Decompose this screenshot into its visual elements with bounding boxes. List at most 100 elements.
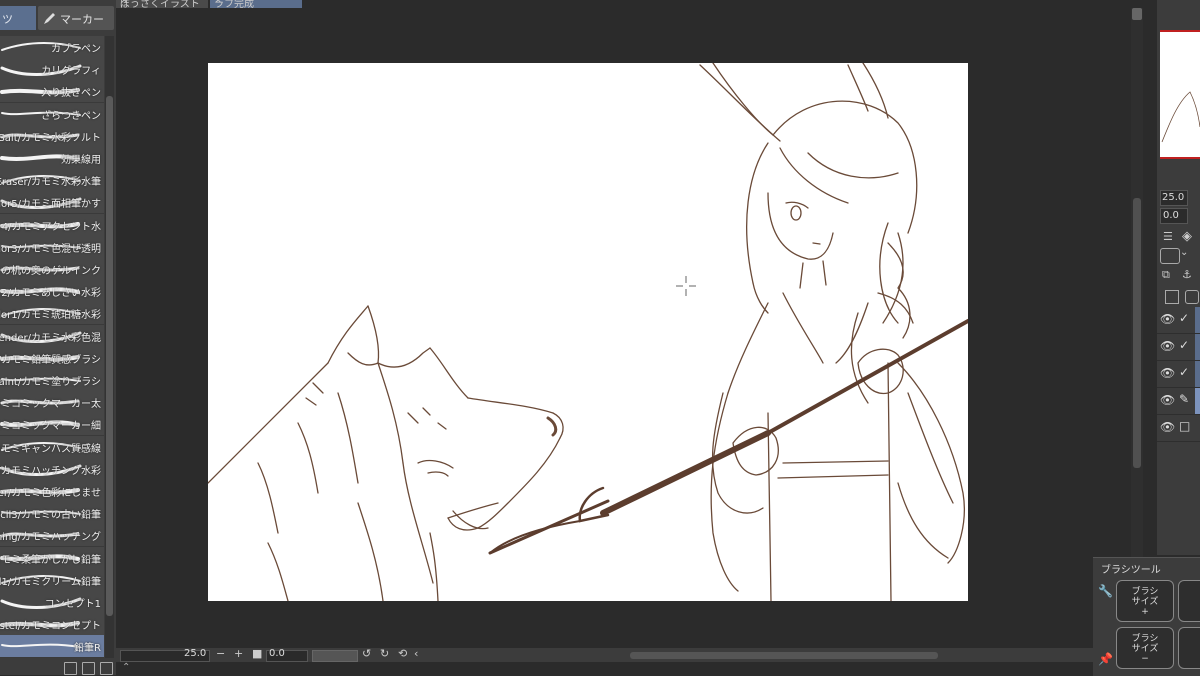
- eye-icon[interactable]: 👁: [1160, 339, 1175, 353]
- tab-marker-label: マーカー: [60, 13, 104, 26]
- brush-item-label: 入り抜きペン: [41, 88, 101, 100]
- layer-button-bottom[interactable]: レ ブ: [1178, 627, 1200, 669]
- brush-item[interactable]: /カモミ鉛筆質感ブラシ: [0, 346, 104, 370]
- brush-item-label: der/カモミ色彩にじませ: [0, 488, 101, 499]
- brush-item[interactable]: /カモミコミックマーカー細: [0, 413, 104, 437]
- brush-item-label: Pastel/カモミコンセプト: [0, 621, 101, 633]
- eye-icon[interactable]: 👁: [1160, 312, 1175, 326]
- brush-item[interactable]: コンセプト1: [0, 591, 104, 614]
- eye-icon[interactable]: 👁: [1160, 420, 1175, 434]
- brush-item-label: /カモミコミックマーカー細: [0, 421, 101, 433]
- brush-item[interactable]: tching/カモミハッチング: [0, 524, 104, 548]
- brush-item[interactable]: Eraser/カモミ水彩水筆: [0, 169, 104, 193]
- drawing-canvas[interactable]: [208, 63, 968, 601]
- brush-size-up-button[interactable]: ブラシ サイズ +: [1116, 580, 1174, 622]
- zoom-in-button[interactable]: +: [234, 647, 243, 660]
- eye-icon[interactable]: 👁: [1160, 393, 1175, 407]
- brush-item[interactable]: ミの机の奥のゲルインク: [0, 258, 104, 281]
- brush-item[interactable]: der/カモミ色彩にじませ: [0, 480, 104, 503]
- tab-marker[interactable]: マーカー: [38, 6, 114, 30]
- brush-item[interactable]: /カモミ柔筆がしがし鉛筆: [0, 546, 104, 570]
- brush-item[interactable]: ざらつきペン: [0, 102, 104, 126]
- brush-item-label: olor1/カモミ琥珀糖水彩: [0, 310, 101, 322]
- mask-icon[interactable]: [1185, 290, 1199, 304]
- brush-item[interactable]: rSalt/カモミ水彩ソルト: [0, 124, 104, 148]
- button-line: +: [1141, 607, 1149, 617]
- brush-item[interactable]: /カモミコミックマーカー太: [0, 391, 104, 415]
- blend-mode-select[interactable]: [1160, 248, 1180, 264]
- brush-item[interactable]: 効果線用: [0, 147, 104, 170]
- clip-icon[interactable]: ⧉: [1162, 268, 1170, 282]
- brush-item[interactable]: olor2/カモミあじさい水彩: [0, 280, 104, 304]
- tab-pen-label: ツ: [2, 13, 13, 26]
- close-icon[interactable]: ×: [120, 0, 204, 6]
- trash-icon[interactable]: [100, 662, 113, 675]
- scroll-thumb[interactable]: [1133, 198, 1141, 468]
- layer-row-active[interactable]: 👁 ✎: [1157, 388, 1200, 415]
- wrench-icon[interactable]: 🔧: [1098, 584, 1113, 598]
- reset-rotation-icon[interactable]: ⟲: [398, 647, 407, 660]
- brush-item-label: olor3/カモミ色混ぜ透明: [0, 243, 101, 255]
- empty-checkbox-icon[interactable]: □: [1179, 419, 1190, 433]
- duplicate-icon[interactable]: [82, 662, 95, 675]
- document-tab-2[interactable]: ラフ完成 ×: [210, 0, 302, 8]
- lock-transparency-icon[interactable]: [1165, 290, 1179, 304]
- rotation-slider[interactable]: [312, 650, 358, 662]
- chevron-up-icon[interactable]: ⌃: [122, 662, 130, 673]
- pin-icon[interactable]: 📌: [1098, 652, 1113, 666]
- brush-item[interactable]: Pastel/カモミコンセプト: [0, 613, 104, 637]
- close-icon[interactable]: ×: [214, 0, 298, 6]
- eye-icon[interactable]: 👁: [1160, 366, 1175, 380]
- zoom-out-button[interactable]: −: [216, 647, 225, 660]
- reference-icon[interactable]: ⚓: [1182, 268, 1192, 281]
- pen-edit-icon[interactable]: ✎: [1179, 392, 1189, 406]
- brush-item[interactable]: カモミキャンバス質感線: [0, 435, 104, 459]
- brush-item[interactable]: olor5/カモミ面相筆かす: [0, 191, 104, 215]
- brush-item-label: olor2/カモミあじさい水彩: [0, 288, 101, 300]
- brush-item[interactable]: g2/カモミハッチング水彩: [0, 457, 104, 481]
- check-icon[interactable]: ✓: [1179, 338, 1189, 352]
- navigator-thumbnail: [1161, 91, 1200, 143]
- scroll-up-button[interactable]: [1132, 8, 1142, 20]
- brush-item[interactable]: ender/カモミ水彩色混: [0, 324, 104, 348]
- chevron-down-icon[interactable]: ⌄: [1180, 247, 1188, 258]
- brush-item-label: ncil3/カモミの古い鉛筆: [0, 510, 101, 522]
- check-icon[interactable]: ✓: [1179, 365, 1189, 379]
- brush-size-down-button[interactable]: ブラシ サイズ −: [1116, 627, 1174, 669]
- document-tab-1[interactable]: ぼうさくイラストラ ×: [116, 0, 208, 8]
- brush-item-label: olor4/カモミアクセント水: [0, 221, 101, 233]
- brush-item[interactable]: 入り抜きペン: [0, 80, 104, 104]
- fit-screen-icon[interactable]: ■: [252, 647, 262, 660]
- brush-item-label: 鉛筆R: [74, 643, 101, 655]
- brush-item[interactable]: olor4/カモミアクセント水: [0, 213, 104, 237]
- navigator-preview[interactable]: [1160, 30, 1200, 159]
- canvas-horizontal-scrollbar[interactable]: [630, 652, 938, 659]
- rotate-right-icon[interactable]: ↻: [380, 647, 389, 660]
- brush-item[interactable]: olor1/カモミ琥珀糖水彩: [0, 302, 104, 326]
- layer-row[interactable]: 👁 ✓: [1157, 334, 1200, 361]
- brush-item[interactable]: ncil3/カモミの古い鉛筆: [0, 502, 104, 526]
- brush-item-label: /カモミコミックマーカー太: [0, 399, 101, 411]
- layers-icon[interactable]: ◈: [1182, 229, 1192, 244]
- button-line: レ: [1179, 634, 1200, 644]
- rotate-left-icon[interactable]: ↺: [362, 647, 371, 660]
- layer-button-top[interactable]: レ ブ: [1178, 580, 1200, 622]
- chevron-left-icon[interactable]: ‹: [414, 647, 418, 660]
- tab-pen[interactable]: ツ: [0, 6, 36, 30]
- brush-item[interactable]: 鉛筆R: [0, 635, 104, 659]
- brush-tool-title: ブラシツール: [1101, 565, 1161, 576]
- brush-item[interactable]: カリグラフィ: [0, 58, 104, 82]
- layer-row[interactable]: 👁 ✓: [1157, 307, 1200, 334]
- brush-list: カブラペンカリグラフィ入り抜きペンざらつきペン rSalt/カモミ水彩ソルト 効果線…: [0, 36, 104, 660]
- layer-row[interactable]: 👁 □: [1157, 415, 1200, 442]
- menu-icon[interactable]: ☰: [1163, 230, 1173, 243]
- import-icon[interactable]: [64, 662, 77, 675]
- brush-item[interactable]: Paint/カモミ塗りブラシ: [0, 369, 104, 392]
- check-icon[interactable]: ✓: [1179, 311, 1189, 325]
- brush-item[interactable]: cil1/カモミクリーム鉛筆: [0, 568, 104, 592]
- brush-item-label: カブラペン: [51, 44, 101, 55]
- brush-list-scrollbar[interactable]: [105, 36, 114, 658]
- brush-item[interactable]: olor3/カモミ色混ぜ透明: [0, 235, 104, 259]
- layer-row[interactable]: 👁 ✓: [1157, 361, 1200, 388]
- brush-item[interactable]: カブラペン: [0, 36, 104, 59]
